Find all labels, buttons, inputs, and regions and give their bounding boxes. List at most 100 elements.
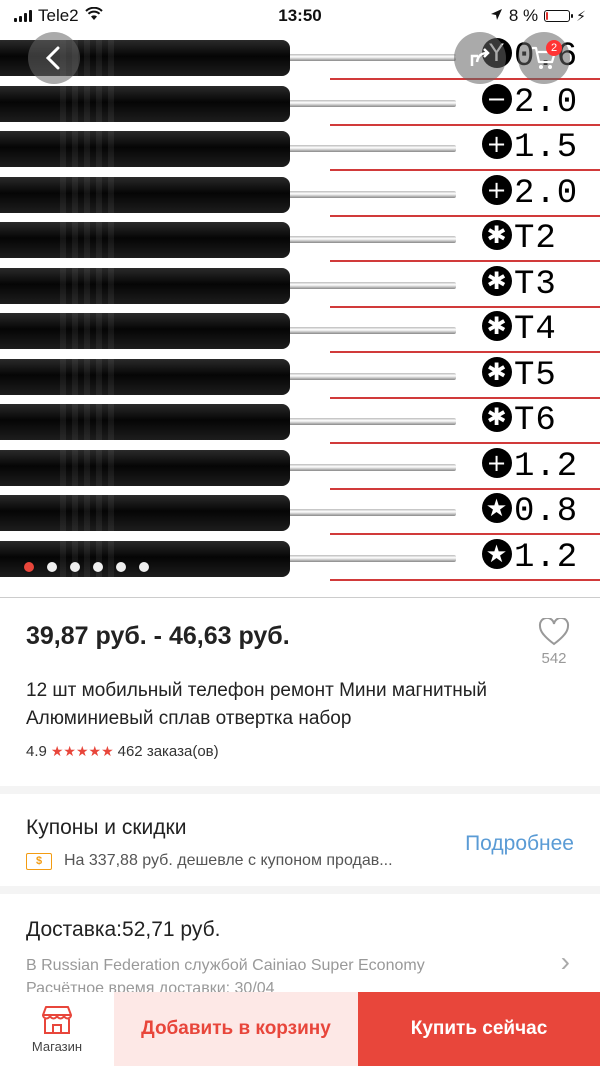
tip-type-icon: ★	[482, 538, 512, 569]
screwdriver-row: −2.0	[0, 80, 600, 126]
tip-size-text: T6	[514, 402, 557, 440]
screwdriver-handle	[0, 176, 290, 213]
status-left: Tele2	[14, 6, 103, 26]
battery-percent: 8 %	[508, 6, 539, 25]
tool-size-label: +2.0	[482, 174, 578, 213]
back-chevron-icon	[45, 46, 60, 70]
screwdriver-shaft	[290, 418, 456, 425]
cart-count-badge: 2	[546, 40, 562, 56]
screwdriver-row: Y0.6	[0, 34, 600, 80]
heart-icon	[538, 616, 570, 646]
tip-type-icon: +	[482, 447, 512, 478]
screwdriver-shaft	[290, 372, 456, 380]
tip-type-icon: −	[482, 83, 512, 114]
pagination-dot[interactable]	[93, 562, 103, 572]
screwdriver-handle	[0, 222, 290, 258]
tool-size-label: ✱ T4	[482, 311, 557, 349]
price-section: 39,87 руб. - 46,63 руб. 542 12 шт мобиль…	[0, 600, 600, 794]
screwdriver-row: +2.0	[0, 171, 600, 217]
rating-row: 4.9 ★★★★★ 462 заказа(ов)	[26, 743, 574, 760]
pagination-dot[interactable]	[47, 562, 57, 572]
wifi-icon	[84, 6, 103, 26]
location-icon	[490, 6, 503, 26]
store-button[interactable]: Магазин	[0, 992, 114, 1066]
tip-type-icon: ✱	[482, 402, 512, 432]
tip-size-text: T5	[514, 356, 557, 395]
screwdriver-handle	[0, 267, 290, 304]
delivery-section[interactable]: Доставка:52,71 руб. В Russian Federation…	[0, 898, 600, 998]
pagination-dot[interactable]	[70, 562, 80, 572]
battery-icon	[544, 10, 574, 22]
chevron-right-icon[interactable]: ›	[561, 946, 570, 978]
tool-size-label: ✱ T3	[482, 265, 557, 304]
rating-stars-icon: ★★★★★	[50, 743, 114, 759]
pagination-dot[interactable]	[116, 562, 126, 572]
share-button[interactable]	[454, 32, 506, 84]
screwdriver-shaft	[290, 236, 456, 243]
share-icon	[470, 48, 490, 66]
screwdriver-shaft	[290, 54, 456, 61]
screwdriver-row: +1.5	[0, 125, 600, 171]
screwdriver-shaft	[290, 509, 456, 516]
product-gallery[interactable]: Y0.6−2.0+1.5+2.0✱T2✱T3✱T4✱T5✱T6+1.2★0.8★…	[0, 0, 600, 598]
rating-value: 4.9	[26, 743, 47, 760]
tip-size-text: 0.8	[514, 493, 579, 531]
coupons-more-link[interactable]: Подробнее	[465, 832, 574, 856]
screwdriver-row: ✱ T2	[0, 216, 600, 262]
wishlist-button[interactable]: 542	[538, 616, 570, 667]
screwdriver-row: ★ 0.8	[0, 489, 600, 535]
wishlist-count: 542	[541, 650, 567, 667]
tip-size-text: T4	[514, 311, 557, 349]
price-range: 39,87 руб. - 46,63 руб.	[26, 622, 290, 650]
screwdriver-shaft	[290, 554, 456, 562]
screwdriver-shaft	[290, 145, 456, 152]
store-icon	[42, 1005, 72, 1034]
tool-size-label: +1.2	[482, 447, 579, 486]
charging-icon: ⚡	[576, 7, 586, 24]
screwdriver-row: ✱ T6	[0, 398, 600, 444]
add-to-cart-button[interactable]: Добавить в корзину	[114, 992, 358, 1066]
status-bar: Tele2 13:50 8 % ⚡	[0, 0, 600, 32]
screwdriver-handle	[0, 495, 290, 531]
screwdriver-shaft	[290, 281, 456, 289]
tip-size-text: 1.2	[514, 538, 579, 577]
tip-type-icon: ✱	[482, 265, 512, 296]
delivery-title: Доставка:52,71 руб.	[26, 918, 221, 941]
pagination-dot[interactable]	[139, 562, 149, 572]
tip-type-icon: ✱	[482, 311, 512, 341]
coupons-section[interactable]: Купоны и скидки $ На 337,88 руб. дешевле…	[0, 798, 600, 894]
bottom-action-bar: Магазин Добавить в корзину Купить сейчас	[0, 992, 600, 1066]
screwdriver-handle	[0, 449, 290, 486]
tip-size-text: 1.5	[514, 129, 579, 167]
tip-size-text: T3	[514, 265, 557, 304]
gallery-pagination[interactable]	[24, 562, 149, 572]
screwdriver-handle	[0, 85, 290, 122]
signal-icon	[14, 10, 32, 22]
back-button[interactable]	[28, 32, 80, 84]
tip-size-text: 1.2	[514, 447, 579, 486]
tool-size-label: ★ 0.8	[482, 493, 578, 531]
screwdriver-shaft	[290, 99, 456, 107]
screwdriver-handle	[0, 313, 290, 349]
screwdriver-row: ✱ T4	[0, 307, 600, 353]
screwdriver-shaft	[290, 463, 456, 471]
pagination-dot[interactable]	[24, 562, 34, 572]
coupon-description: На 337,88 руб. дешевле с купоном продав.…	[64, 852, 393, 869]
screwdriver-handle	[0, 131, 290, 167]
tip-size-text: 2.0	[514, 83, 579, 122]
screwdriver-row: ✱ T3	[0, 262, 600, 308]
tip-type-icon: +	[482, 129, 512, 159]
cart-button[interactable]: 2	[518, 32, 570, 84]
coupon-icon: $	[26, 852, 52, 870]
status-right: 8 % ⚡	[490, 6, 586, 26]
label-underline	[330, 578, 600, 581]
screwdriver-row: ★ 1.2	[0, 535, 600, 581]
screwdriver-handle	[0, 404, 290, 440]
tip-type-icon: ★	[482, 493, 512, 523]
tool-size-label: ✱ T2	[482, 220, 557, 258]
buy-now-button[interactable]: Купить сейчас	[358, 992, 600, 1066]
carrier-name: Tele2	[38, 6, 79, 25]
tool-size-label: ✱ T6	[482, 402, 557, 440]
store-label: Магазин	[31, 1038, 83, 1054]
tool-size-label: ✱ T5	[482, 356, 557, 395]
